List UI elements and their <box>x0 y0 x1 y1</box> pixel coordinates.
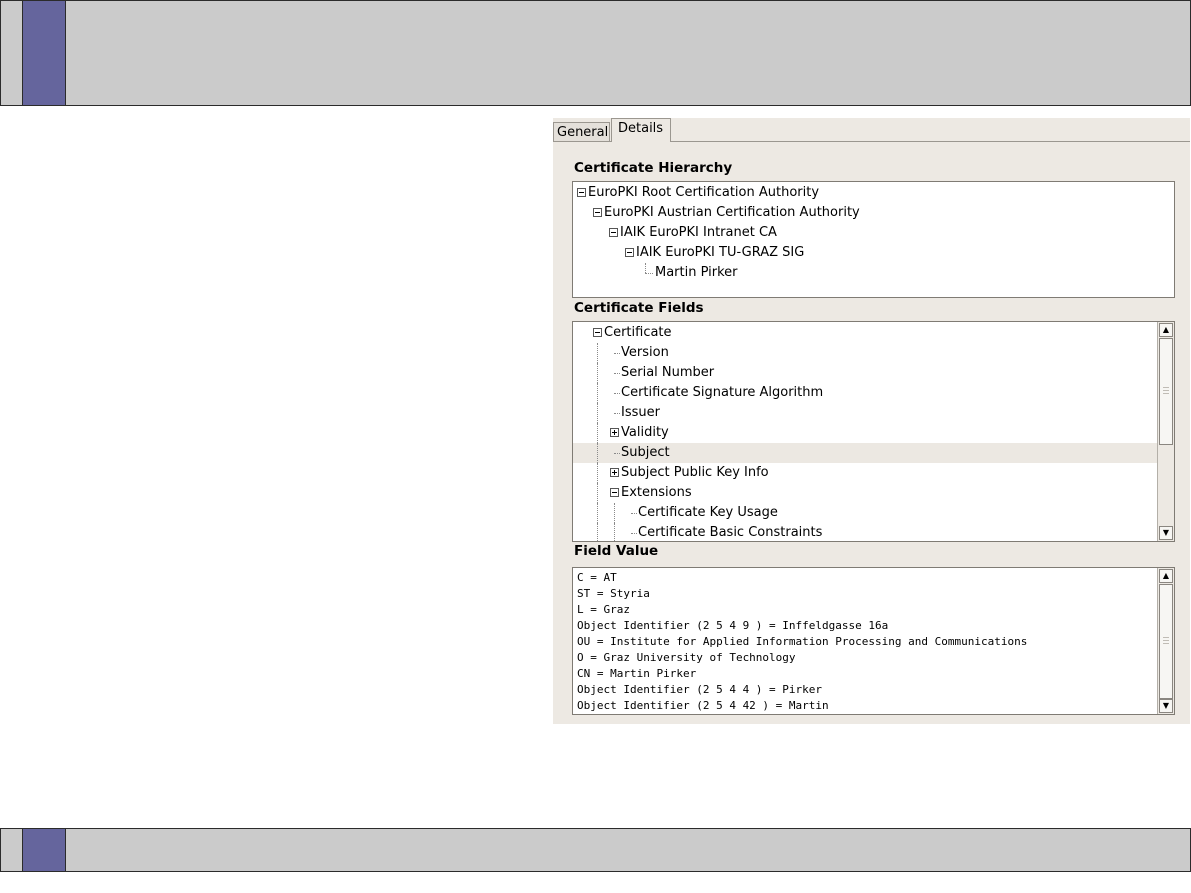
field-item[interactable]: Subject Public Key Info <box>573 463 1159 483</box>
hierarchy-tree[interactable]: EuroPKI Root Certification Authority Euro… <box>572 181 1175 298</box>
field-item[interactable]: Certificate <box>573 323 1159 343</box>
tree-connector <box>597 423 598 443</box>
grip-line <box>1163 643 1169 644</box>
field-item[interactable]: Certificate Key Usage <box>573 503 1159 523</box>
field-item-label: Extensions <box>621 485 692 500</box>
field-item[interactable]: Certificate Basic Constraints <box>573 523 1159 541</box>
tree-connector <box>645 263 646 273</box>
field-item[interactable]: Issuer <box>573 403 1159 423</box>
value-label: Field Value <box>574 543 659 559</box>
tree-connector <box>597 483 598 503</box>
hierarchy-label: Certificate Hierarchy <box>574 160 733 176</box>
field-value-line: Object Identifier (2 5 4 9 ) = Inffeldga… <box>577 619 889 632</box>
slide-header-bar <box>0 0 1191 106</box>
minus-box-icon[interactable] <box>593 208 602 217</box>
value-scrollbar[interactable]: ▲ ▼ <box>1157 568 1174 714</box>
field-item[interactable]: Subject <box>573 443 1159 463</box>
tree-connector <box>614 353 620 354</box>
down-arrow-icon[interactable]: ▼ <box>1159 699 1173 713</box>
field-value-line: OU = Institute for Applied Information P… <box>577 635 1028 648</box>
tree-connector <box>597 463 598 483</box>
header-accent-block <box>22 1 66 105</box>
minus-box-icon[interactable] <box>577 188 586 197</box>
tree-connector <box>645 273 653 274</box>
slide-footer-bar <box>0 828 1191 872</box>
tree-connector <box>597 383 598 403</box>
tree-connector <box>597 503 598 523</box>
hierarchy-item-label: IAIK EuroPKI Intranet CA <box>620 225 777 240</box>
fields-scrollbar[interactable]: ▲ ▼ <box>1157 322 1174 541</box>
grip-line <box>1163 640 1169 641</box>
field-item[interactable]: Certificate Signature Algorithm <box>573 383 1159 403</box>
tree-connector <box>597 403 598 423</box>
tree-connector <box>631 533 637 534</box>
plus-box-icon[interactable] <box>610 468 619 477</box>
fields-scroll-thumb[interactable] <box>1159 338 1173 445</box>
down-arrow-icon[interactable]: ▼ <box>1159 526 1173 540</box>
value-scroll-thumb[interactable] <box>1159 584 1173 699</box>
tree-connector <box>614 413 620 414</box>
grip-line <box>1163 390 1169 391</box>
tab-general[interactable]: General <box>553 122 610 141</box>
field-item[interactable]: Extensions <box>573 483 1159 503</box>
field-item[interactable]: Serial Number <box>573 363 1159 383</box>
minus-box-icon[interactable] <box>593 328 602 337</box>
tree-connector <box>597 343 598 363</box>
field-value-line: Object Identifier (2 5 4 4 ) = Pirker <box>577 683 823 696</box>
hierarchy-item-label: IAIK EuroPKI TU-GRAZ SIG <box>636 245 805 260</box>
tree-connector <box>614 373 620 374</box>
field-item-label: Certificate Basic Constraints <box>638 525 823 540</box>
field-item-label: Certificate <box>604 325 672 340</box>
grip-line <box>1163 387 1169 388</box>
tree-connector <box>597 523 598 541</box>
minus-box-icon[interactable] <box>625 248 634 257</box>
hierarchy-item-label: EuroPKI Austrian Certification Authority <box>604 205 860 220</box>
certificate-viewer-dialog: General Details Certificate Hierarchy Eu… <box>553 118 1190 724</box>
grip-line <box>1163 393 1169 394</box>
fields-label: Certificate Fields <box>574 300 704 316</box>
field-item[interactable]: Validity <box>573 423 1159 443</box>
field-value-line: C = AT <box>577 571 617 584</box>
tree-connector <box>614 523 615 541</box>
field-item-label: Version <box>621 345 669 360</box>
tree-connector <box>614 393 620 394</box>
fields-tree[interactable]: Certificate Version Serial Number Certifica… <box>572 321 1175 542</box>
field-value-line: ST = Styria <box>577 587 650 600</box>
tree-connector <box>631 513 637 514</box>
up-arrow-icon[interactable]: ▲ <box>1159 569 1173 583</box>
field-value-text[interactable]: C = AT ST = Styria L = Graz Object Identifi… <box>572 567 1175 715</box>
tree-connector <box>614 503 615 523</box>
tab-details[interactable]: Details <box>611 118 671 142</box>
grip-line <box>1163 637 1169 638</box>
field-item-label: Serial Number <box>621 365 715 380</box>
footer-accent-block <box>22 829 66 871</box>
minus-box-icon[interactable] <box>609 228 618 237</box>
field-value-line: L = Graz <box>577 603 630 616</box>
hierarchy-item-label: EuroPKI Root Certification Authority <box>588 185 820 200</box>
field-value-line: O = Graz University of Technology <box>577 651 796 664</box>
field-item-label: Validity <box>621 425 669 440</box>
field-value-line: CN = Martin Pirker <box>577 667 697 680</box>
field-item-label: Subject <box>621 445 670 460</box>
field-item-label: Certificate Key Usage <box>638 505 778 520</box>
field-item-label: Issuer <box>621 405 660 420</box>
tree-connector <box>597 363 598 383</box>
tree-connector <box>597 443 598 463</box>
field-item-label: Certificate Signature Algorithm <box>621 385 824 400</box>
field-item[interactable]: Version <box>573 343 1159 363</box>
minus-box-icon[interactable] <box>610 488 619 497</box>
field-value-line: Object Identifier (2 5 4 42 ) = Martin <box>577 699 829 712</box>
plus-box-icon[interactable] <box>610 428 619 437</box>
field-item-label: Subject Public Key Info <box>621 465 769 480</box>
up-arrow-icon[interactable]: ▲ <box>1159 323 1173 337</box>
hierarchy-item-label: Martin Pirker <box>655 265 738 280</box>
tree-connector <box>614 453 620 454</box>
